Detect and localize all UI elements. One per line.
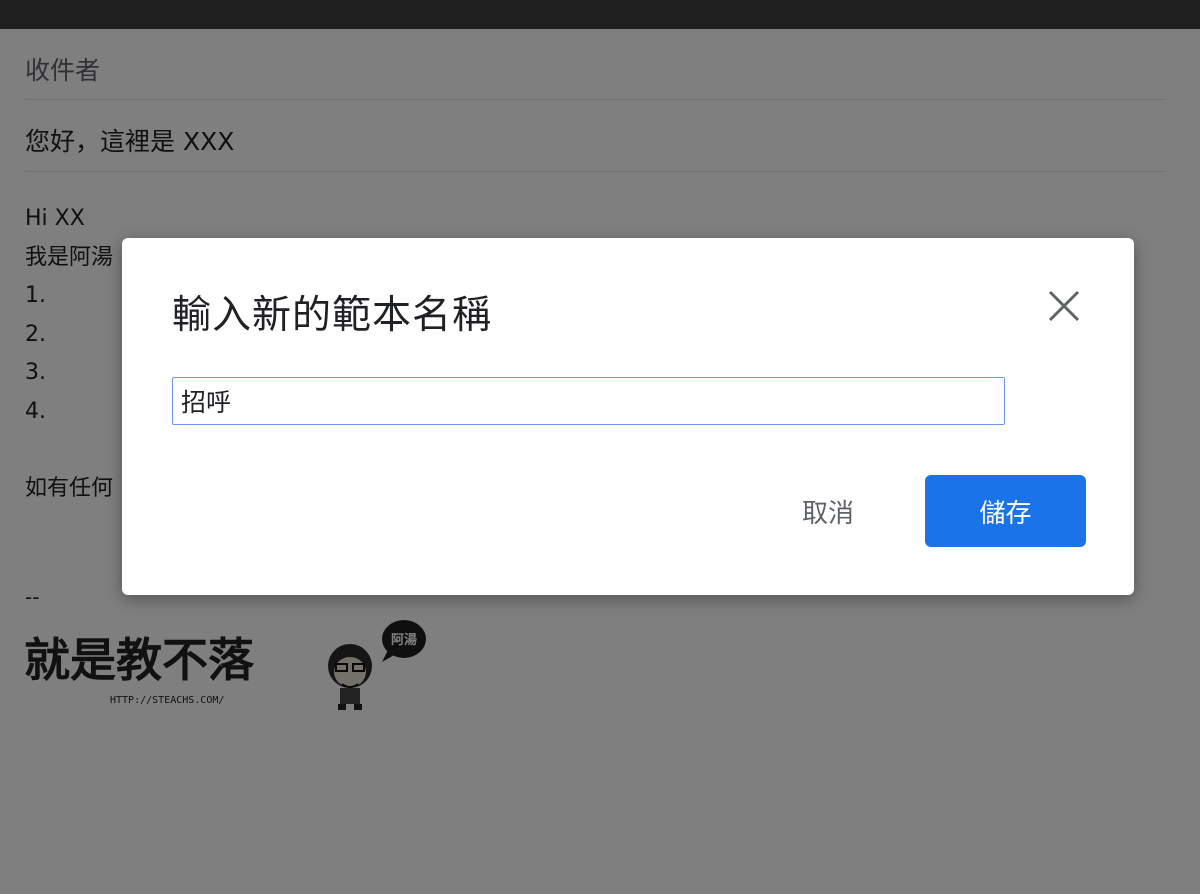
dialog-title: 輸入新的範本名稱	[172, 293, 493, 338]
template-name-input[interactable]	[172, 377, 1005, 425]
close-button[interactable]	[1042, 284, 1086, 328]
cancel-button[interactable]: 取消	[772, 475, 884, 547]
template-name-dialog: 輸入新的範本名稱 取消 儲存	[122, 238, 1134, 595]
close-icon	[1048, 290, 1080, 322]
save-button[interactable]: 儲存	[925, 475, 1086, 547]
